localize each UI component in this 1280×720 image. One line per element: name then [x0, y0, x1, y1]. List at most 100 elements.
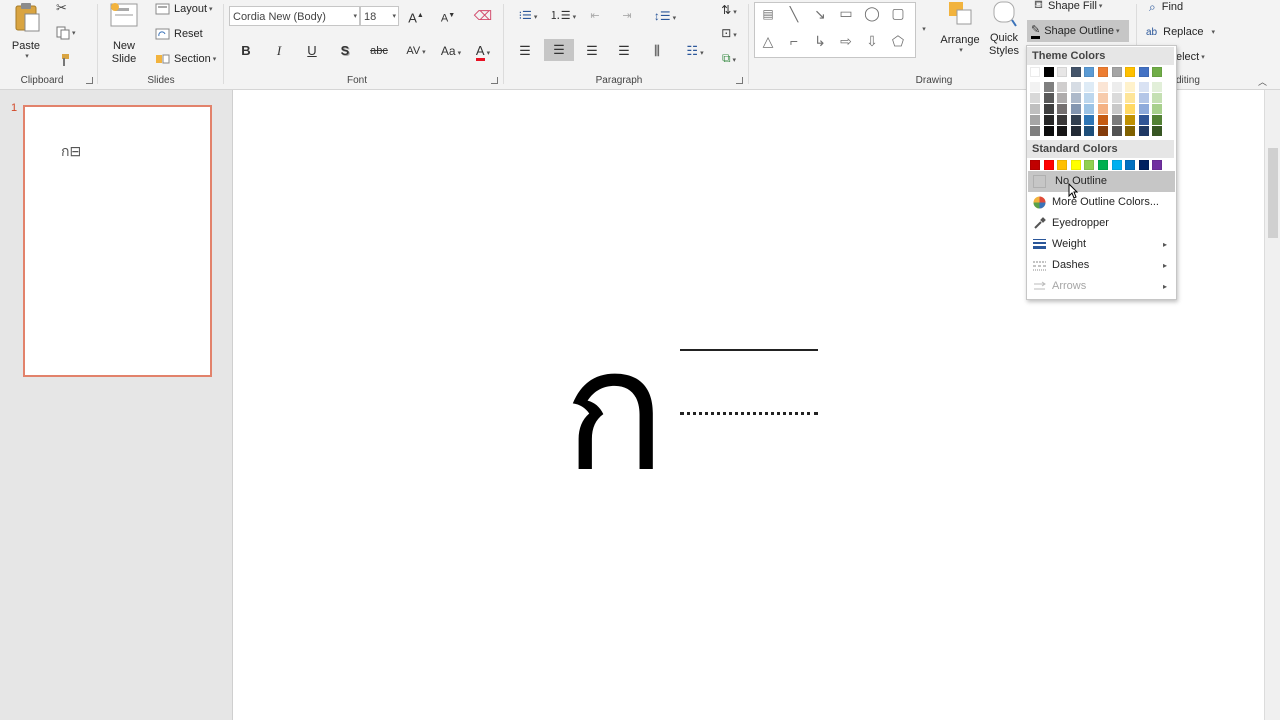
theme-color-shade-swatch[interactable] [1138, 115, 1149, 125]
theme-color-shade-swatch[interactable] [1152, 115, 1163, 125]
distributed-button[interactable]: ☷ ▾ [682, 41, 708, 61]
theme-color-shade-swatch[interactable] [1152, 126, 1163, 136]
theme-color-shade-swatch[interactable] [1084, 126, 1095, 136]
theme-color-shade-swatch[interactable] [1043, 93, 1054, 103]
theme-color-shade-swatch[interactable] [1057, 126, 1068, 136]
theme-color-shade-swatch[interactable] [1098, 93, 1108, 103]
theme-color-shade-swatch[interactable] [1084, 82, 1095, 92]
theme-color-shade-swatch[interactable] [1125, 104, 1136, 114]
shape-outline-button[interactable]: ✎ Shape Outline ▾ [1027, 20, 1129, 42]
theme-color-shade-swatch[interactable] [1084, 93, 1095, 103]
theme-color-swatch[interactable] [1098, 67, 1108, 77]
text-shadow-button[interactable]: S [334, 41, 356, 61]
slide-thumbnail[interactable]: ก⊟ [23, 105, 212, 377]
copy-dropdown-icon[interactable]: ▾ [72, 29, 76, 37]
quick-styles-button[interactable]: Quick Styles [984, 0, 1024, 64]
slide-text-glyph[interactable]: ก [563, 326, 666, 496]
new-slide-button[interactable]: New Slide [106, 2, 142, 68]
eyedropper-item[interactable]: Eyedropper [1028, 213, 1175, 234]
layout-button[interactable]: Layout ▾ [155, 1, 213, 17]
theme-color-swatch[interactable] [1030, 67, 1040, 77]
theme-color-shade-swatch[interactable] [1057, 82, 1068, 92]
numbering-button[interactable]: ⒈☰ ▾ [549, 6, 577, 26]
triangle-icon[interactable]: △ [759, 33, 777, 50]
bold-button[interactable]: B [235, 41, 257, 61]
theme-color-shade-swatch[interactable] [1098, 126, 1108, 136]
theme-color-shade-swatch[interactable] [1057, 93, 1068, 103]
align-left-button[interactable]: ☰ [514, 41, 536, 61]
theme-color-shade-swatch[interactable] [1030, 115, 1040, 125]
clipboard-launcher[interactable] [86, 77, 93, 84]
align-text-button[interactable]: ⊡ ▾ [716, 23, 742, 43]
theme-color-swatch[interactable] [1138, 67, 1149, 77]
font-name-combo[interactable]: Cordia New (Body) ▾ [229, 6, 360, 26]
line-spacing-button[interactable]: ↕☰ ▾ [652, 6, 678, 26]
align-center-button[interactable]: ☰ [544, 39, 574, 61]
cut-button[interactable]: ✂ [56, 0, 72, 16]
text-direction-button[interactable]: ⇅ ▾ [716, 0, 742, 20]
font-size-combo[interactable]: 18 ▾ [360, 6, 399, 26]
grow-font-button[interactable]: A▲ [405, 6, 427, 26]
no-outline-item[interactable]: No Outline [1028, 171, 1175, 192]
theme-color-shade-swatch[interactable] [1030, 104, 1040, 114]
line-shape-icon[interactable]: ╲ [785, 6, 803, 23]
section-button[interactable]: Section ▾ [155, 51, 216, 67]
dotted-line-shape[interactable] [680, 412, 818, 415]
theme-color-shade-swatch[interactable] [1070, 93, 1081, 103]
vertical-scrollbar[interactable] [1264, 90, 1280, 720]
shapes-gallery-more-button[interactable]: ▾ [916, 2, 930, 56]
bullets-button[interactable]: ⁝☰ ▾ [514, 6, 542, 26]
copy-button[interactable]: ▾ [56, 25, 86, 41]
columns-button[interactable]: ⫼ [646, 41, 668, 61]
theme-color-shade-swatch[interactable] [1138, 126, 1149, 136]
smartart-button[interactable]: ⧉ ▾ [716, 48, 742, 68]
standard-color-swatch[interactable] [1111, 160, 1122, 170]
theme-color-shade-swatch[interactable] [1030, 82, 1040, 92]
theme-color-shade-swatch[interactable] [1111, 82, 1122, 92]
select-button[interactable]: elect ▾ [1176, 49, 1205, 65]
theme-color-shade-swatch[interactable] [1070, 82, 1081, 92]
rectangle-icon[interactable]: ▭ [837, 5, 855, 22]
arrow-line-icon[interactable]: ↘ [811, 6, 829, 23]
elbow-connector-icon[interactable]: ⌐ [785, 33, 803, 49]
elbow-arrow-icon[interactable]: ↳ [811, 33, 829, 50]
theme-color-shade-swatch[interactable] [1125, 93, 1136, 103]
theme-color-shade-swatch[interactable] [1098, 82, 1108, 92]
change-case-button[interactable]: Aa ▾ [438, 41, 464, 61]
theme-color-shade-swatch[interactable] [1084, 104, 1095, 114]
theme-color-shade-swatch[interactable] [1125, 126, 1136, 136]
theme-color-shade-swatch[interactable] [1111, 104, 1122, 114]
shrink-font-button[interactable]: A▼ [437, 6, 459, 26]
underline-button[interactable]: U [301, 41, 323, 61]
theme-color-shade-swatch[interactable] [1138, 82, 1149, 92]
clear-formatting-button[interactable]: ⌫ [472, 6, 494, 26]
weight-item[interactable]: Weight ▸ [1028, 234, 1175, 255]
theme-color-shade-swatch[interactable] [1057, 104, 1068, 114]
standard-color-swatch[interactable] [1084, 160, 1095, 170]
theme-color-swatch[interactable] [1043, 67, 1054, 77]
theme-color-shade-swatch[interactable] [1030, 93, 1040, 103]
more-outline-colors-item[interactable]: More Outline Colors... [1028, 192, 1175, 213]
theme-color-swatch[interactable] [1111, 67, 1122, 77]
italic-button[interactable]: I [268, 41, 290, 61]
standard-color-swatch[interactable] [1098, 160, 1108, 170]
freeform-icon[interactable]: ⬠ [889, 33, 907, 50]
theme-color-shade-swatch[interactable] [1138, 93, 1149, 103]
theme-color-swatch[interactable] [1084, 67, 1095, 77]
theme-color-shade-swatch[interactable] [1043, 115, 1054, 125]
theme-color-shade-swatch[interactable] [1152, 82, 1163, 92]
paste-dropdown-icon[interactable]: ▾ [25, 52, 29, 60]
character-spacing-button[interactable]: AV ▾ [403, 41, 429, 61]
standard-color-swatch[interactable] [1125, 160, 1136, 170]
theme-color-shade-swatch[interactable] [1070, 126, 1081, 136]
font-launcher[interactable] [491, 77, 498, 84]
theme-color-shade-swatch[interactable] [1070, 104, 1081, 114]
theme-color-swatch[interactable] [1057, 67, 1068, 77]
standard-color-swatch[interactable] [1138, 160, 1149, 170]
standard-color-swatch[interactable] [1057, 160, 1068, 170]
justify-button[interactable]: ☰ [613, 41, 635, 61]
theme-color-shade-swatch[interactable] [1043, 104, 1054, 114]
theme-color-shade-swatch[interactable] [1057, 115, 1068, 125]
standard-color-swatch[interactable] [1030, 160, 1040, 170]
dashes-item[interactable]: Dashes ▸ [1028, 255, 1175, 276]
